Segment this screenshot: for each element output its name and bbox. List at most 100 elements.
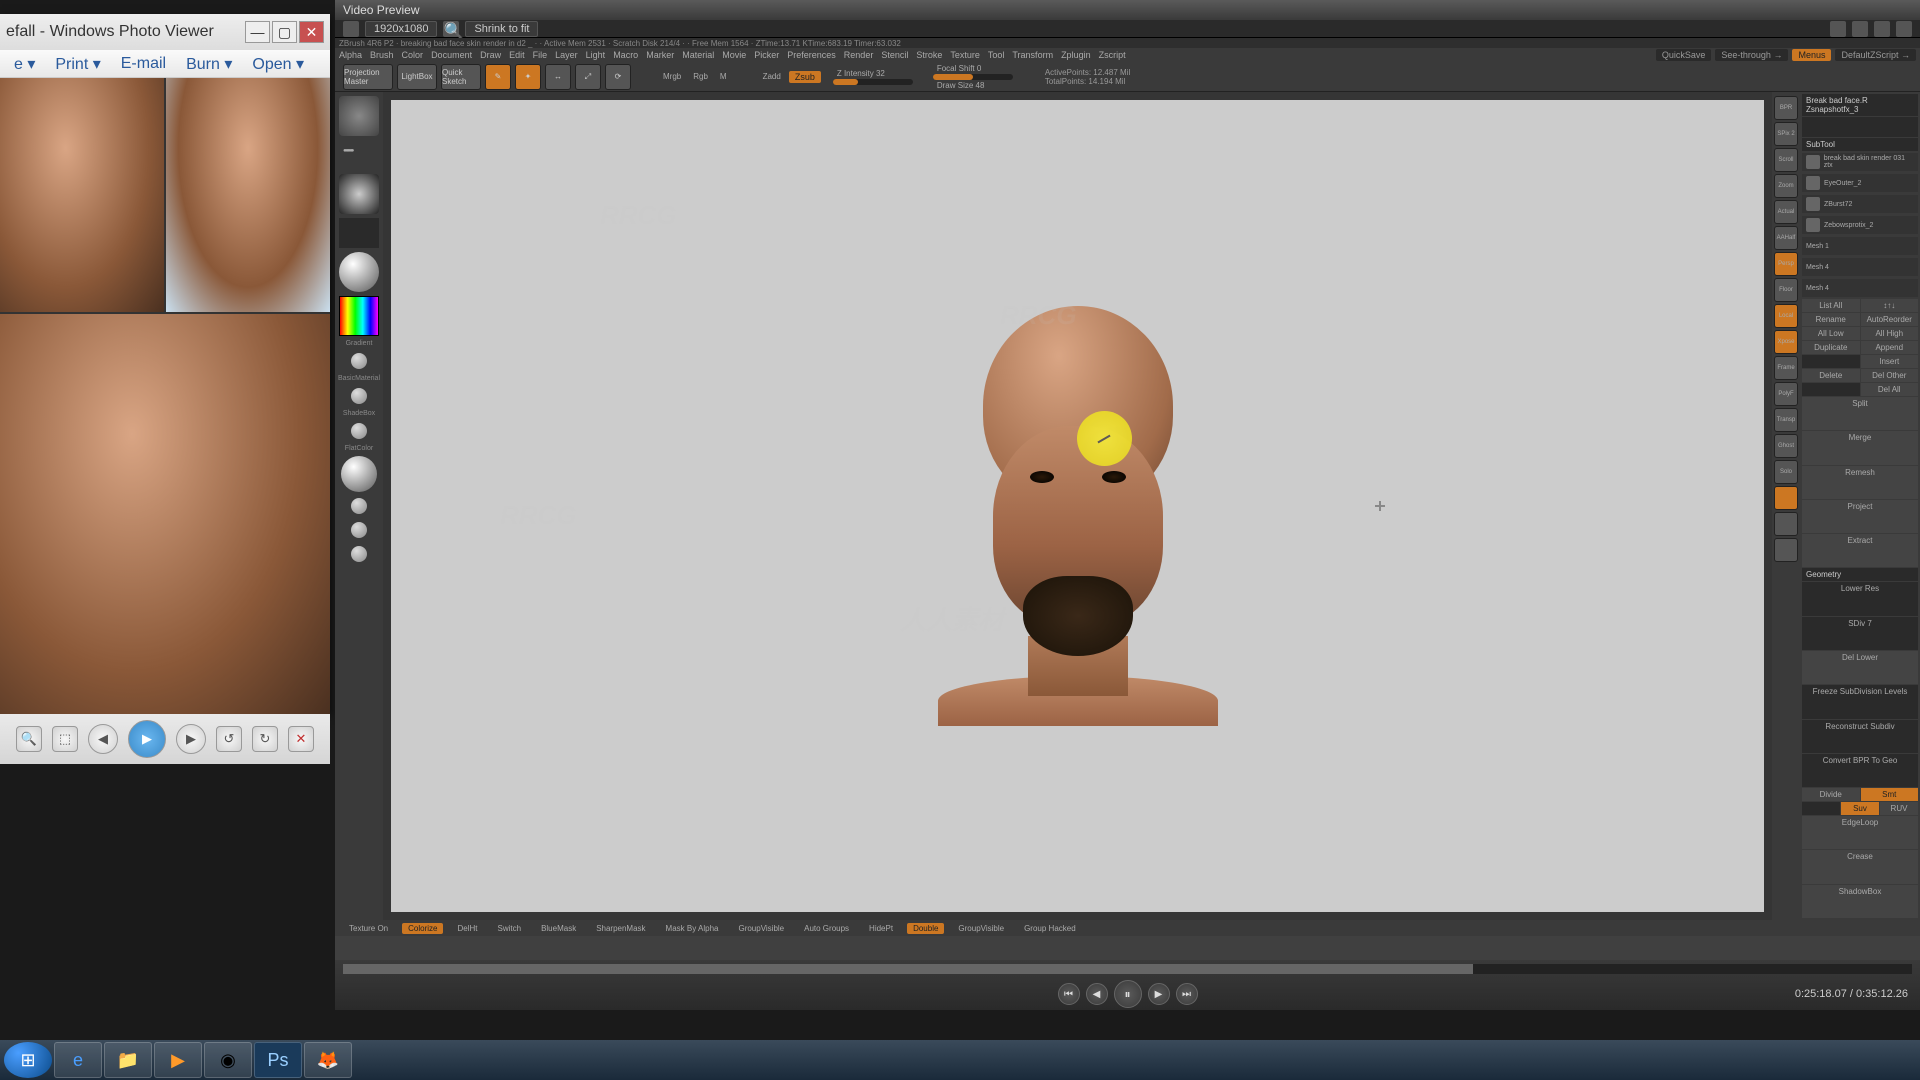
delete-button[interactable]: ✕	[288, 726, 314, 752]
texture-selector[interactable]	[339, 218, 379, 248]
aahalf-button[interactable]: AAHalf	[1774, 226, 1798, 250]
settings-icon[interactable]	[343, 21, 359, 37]
quicksave-button[interactable]: QuickSave	[1656, 49, 1712, 61]
material-selector[interactable]	[339, 252, 379, 292]
fit-button[interactable]: ⬚	[52, 726, 78, 752]
menu-preferences[interactable]: Preferences	[787, 50, 836, 60]
zadd-button[interactable]: Zadd	[759, 72, 785, 81]
brush-selector[interactable]	[339, 96, 379, 136]
delother-button[interactable]: Del Other	[1861, 369, 1919, 382]
actual-button[interactable]: Actual	[1774, 200, 1798, 224]
menu-transform[interactable]: Transform	[1012, 50, 1053, 60]
autoreorder-button[interactable]: AutoReorder	[1861, 313, 1919, 326]
material-sphere[interactable]	[351, 388, 367, 404]
scale-button[interactable]: ⤢	[575, 64, 601, 90]
duplicate-button[interactable]: Duplicate	[1802, 341, 1860, 354]
groupvisible-button[interactable]: GroupVisible	[732, 923, 790, 934]
alllow-button[interactable]: All Low	[1802, 327, 1860, 340]
rotate-cw-button[interactable]: ↻	[252, 726, 278, 752]
arrows-button[interactable]: ↕↑↓	[1861, 299, 1919, 312]
menu-zscript[interactable]: Zscript	[1099, 50, 1126, 60]
dellower-button[interactable]: Del Lower	[1802, 651, 1918, 684]
project-button[interactable]: Project	[1802, 500, 1918, 533]
suv-button[interactable]: Suv	[1841, 802, 1879, 815]
colorize-button[interactable]: Colorize	[402, 923, 443, 934]
reconstruct-button[interactable]: Reconstruct Subdiv	[1802, 720, 1918, 753]
tool-header[interactable]: Break bad face.R Zsnapshotfx_3	[1802, 94, 1918, 116]
mrgb-button[interactable]: Mrgb	[659, 72, 685, 81]
floor-button[interactable]: Floor	[1774, 278, 1798, 302]
mini-sphere[interactable]	[351, 546, 367, 562]
append-button[interactable]: Append	[1861, 341, 1919, 354]
transp-button[interactable]: Transp	[1774, 408, 1798, 432]
menu-edit[interactable]: Edit	[509, 50, 525, 60]
zintensity-slider[interactable]	[833, 79, 913, 85]
solo-button[interactable]: Solo	[1774, 460, 1798, 484]
groupvisible2-button[interactable]: GroupVisible	[952, 923, 1010, 934]
menu-layer[interactable]: Layer	[555, 50, 578, 60]
menu-movie[interactable]: Movie	[722, 50, 746, 60]
subtool-header[interactable]: SubTool	[1802, 138, 1918, 151]
polyf-button[interactable]: PolyF	[1774, 382, 1798, 406]
zoom-button[interactable]: Zoom	[1774, 174, 1798, 198]
tool-icon[interactable]	[1896, 21, 1912, 37]
hidept-button[interactable]: HidePt	[863, 923, 899, 934]
seethrough-slider[interactable]: See-through →	[1715, 49, 1788, 61]
mini-sphere[interactable]	[351, 498, 367, 514]
bpr-button[interactable]: BPR	[1774, 96, 1798, 120]
allhigh-button[interactable]: All High	[1861, 327, 1919, 340]
geometry-header[interactable]: Geometry	[1802, 568, 1918, 581]
color-picker[interactable]	[339, 296, 379, 336]
menu-alpha[interactable]: Alpha	[339, 50, 362, 60]
tool-icon[interactable]	[1830, 21, 1846, 37]
search-icon[interactable]: 🔍	[443, 21, 459, 37]
textureon-button[interactable]: Texture On	[343, 923, 394, 934]
switch-button[interactable]: Switch	[492, 923, 528, 934]
persp-button[interactable]: Persp	[1774, 252, 1798, 276]
photo-viewer-titlebar[interactable]: efall - Windows Photo Viewer ― ▢ ✕	[0, 14, 330, 50]
shadowbox-button[interactable]: ShadowBox	[1802, 885, 1918, 918]
rotate-button[interactable]: ⟳	[605, 64, 631, 90]
listall-button[interactable]: List All	[1802, 299, 1860, 312]
pause-button[interactable]: ⏸	[1114, 980, 1142, 1008]
tool-icon[interactable]	[1874, 21, 1890, 37]
flat-sphere[interactable]	[341, 456, 377, 492]
lowerres-button[interactable]: Lower Res	[1802, 582, 1918, 615]
prev-image-button[interactable]: ◀	[88, 724, 118, 754]
delht-button[interactable]: DelHt	[451, 923, 483, 934]
delete-button[interactable]: Delete	[1802, 369, 1860, 382]
shadebox-sphere[interactable]	[351, 423, 367, 439]
menu-picker[interactable]: Picker	[754, 50, 779, 60]
quicksketch-button[interactable]: Quick Sketch	[441, 64, 481, 90]
tool-thumbnail[interactable]	[1802, 117, 1918, 137]
rotate-ccw-button[interactable]: ↺	[216, 726, 242, 752]
menu-material[interactable]: Material	[682, 50, 714, 60]
projection-master-button[interactable]: Projection Master	[343, 64, 393, 90]
freeze-button[interactable]: Freeze SubDivision Levels	[1802, 685, 1918, 718]
smt-button[interactable]: Smt	[1861, 788, 1919, 801]
crease-button[interactable]: Crease	[1802, 850, 1918, 883]
subtool-item[interactable]: ZBurst72	[1802, 195, 1918, 213]
taskbar-media[interactable]: ▶	[154, 1042, 202, 1078]
subtool-item[interactable]: Zebowsprotix_2	[1802, 216, 1918, 234]
file-menu[interactable]: e ▾	[4, 54, 45, 74]
zoom-button[interactable]: 🔍	[16, 726, 42, 752]
subtool-item[interactable]: break bad skin render 031 ztx	[1802, 153, 1918, 171]
skip-start-button[interactable]: ⏮	[1058, 983, 1080, 1005]
menu-color[interactable]: Color	[402, 50, 424, 60]
double-button[interactable]: Double	[907, 923, 944, 934]
focal-slider[interactable]	[933, 74, 1013, 80]
subtool-item[interactable]: Mesh 4	[1802, 279, 1918, 297]
menu-light[interactable]: Light	[586, 50, 606, 60]
xpose-button[interactable]: Xpose	[1774, 330, 1798, 354]
maskbyalpha-button[interactable]: Mask By Alpha	[660, 923, 725, 934]
convert-button[interactable]: Convert BPR To Geo	[1802, 754, 1918, 787]
merge-button[interactable]: Merge	[1802, 431, 1918, 464]
extra-button[interactable]	[1774, 486, 1798, 510]
slideshow-button[interactable]: ▶	[128, 720, 166, 758]
menu-render[interactable]: Render	[844, 50, 874, 60]
minimize-button[interactable]: ―	[245, 21, 270, 43]
ghost-button[interactable]: Ghost	[1774, 434, 1798, 458]
video-preview-titlebar[interactable]: Video Preview	[335, 0, 1920, 20]
menu-stencil[interactable]: Stencil	[881, 50, 908, 60]
